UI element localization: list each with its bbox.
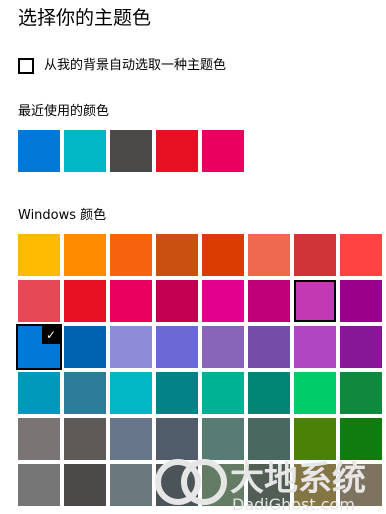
windows-swatch[interactable] xyxy=(294,372,336,414)
windows-swatch[interactable] xyxy=(248,234,290,276)
windows-swatch[interactable] xyxy=(156,418,198,460)
windows-swatch[interactable] xyxy=(202,418,244,460)
recent-colors-heading: 最近使用的颜色 xyxy=(18,104,110,119)
windows-swatch[interactable] xyxy=(248,372,290,414)
windows-colors-grid: ✓ xyxy=(18,234,382,506)
windows-swatch[interactable] xyxy=(340,280,382,322)
windows-swatch[interactable] xyxy=(18,234,60,276)
windows-swatch[interactable] xyxy=(340,418,382,460)
recent-swatch[interactable] xyxy=(64,130,106,172)
windows-swatch[interactable] xyxy=(64,326,106,368)
auto-accent-row[interactable]: 从我的背景自动选取一种主题色 xyxy=(18,55,226,77)
auto-accent-label: 从我的背景自动选取一种主题色 xyxy=(44,58,227,73)
windows-swatch[interactable] xyxy=(294,234,336,276)
recent-colors-grid xyxy=(18,130,244,172)
windows-swatch[interactable] xyxy=(64,234,106,276)
windows-swatch[interactable] xyxy=(248,280,290,322)
auto-accent-checkbox[interactable] xyxy=(18,58,34,74)
windows-swatch[interactable] xyxy=(248,464,290,506)
windows-swatch[interactable] xyxy=(110,464,152,506)
recent-swatch[interactable] xyxy=(202,130,244,172)
windows-swatch[interactable] xyxy=(202,326,244,368)
windows-swatch[interactable] xyxy=(340,372,382,414)
windows-swatch[interactable] xyxy=(340,234,382,276)
windows-swatch[interactable] xyxy=(110,280,152,322)
windows-swatch[interactable] xyxy=(110,234,152,276)
windows-swatch[interactable] xyxy=(156,280,198,322)
windows-swatch[interactable] xyxy=(110,418,152,460)
windows-swatch[interactable] xyxy=(64,418,106,460)
windows-swatch[interactable] xyxy=(156,326,198,368)
windows-swatch[interactable] xyxy=(248,418,290,460)
page-title: 选择你的主题色 xyxy=(18,7,152,29)
recent-swatch[interactable] xyxy=(156,130,198,172)
windows-swatch[interactable] xyxy=(18,418,60,460)
windows-swatch[interactable] xyxy=(64,464,106,506)
windows-swatch[interactable] xyxy=(202,280,244,322)
windows-swatch[interactable] xyxy=(294,326,336,368)
windows-swatch[interactable] xyxy=(294,464,336,506)
windows-swatch[interactable] xyxy=(64,372,106,414)
windows-swatch[interactable] xyxy=(18,280,60,322)
windows-colors-heading: Windows 颜色 xyxy=(18,208,107,223)
windows-swatch[interactable] xyxy=(202,372,244,414)
windows-swatch[interactable] xyxy=(18,464,60,506)
windows-swatch[interactable] xyxy=(110,372,152,414)
recent-swatch[interactable] xyxy=(18,130,60,172)
windows-swatch[interactable] xyxy=(156,372,198,414)
checkmark-icon: ✓ xyxy=(42,326,60,344)
windows-swatch[interactable] xyxy=(110,326,152,368)
windows-swatch[interactable] xyxy=(64,280,106,322)
windows-swatch[interactable] xyxy=(18,372,60,414)
windows-swatch[interactable] xyxy=(156,464,198,506)
windows-swatch[interactable] xyxy=(340,326,382,368)
windows-swatch[interactable] xyxy=(156,234,198,276)
windows-swatch[interactable] xyxy=(248,326,290,368)
windows-swatch[interactable] xyxy=(202,234,244,276)
windows-swatch[interactable] xyxy=(294,280,336,322)
windows-swatch[interactable] xyxy=(294,418,336,460)
windows-swatch[interactable]: ✓ xyxy=(18,326,60,368)
windows-swatch[interactable] xyxy=(202,464,244,506)
recent-swatch[interactable] xyxy=(110,130,152,172)
windows-swatch[interactable] xyxy=(340,464,382,506)
